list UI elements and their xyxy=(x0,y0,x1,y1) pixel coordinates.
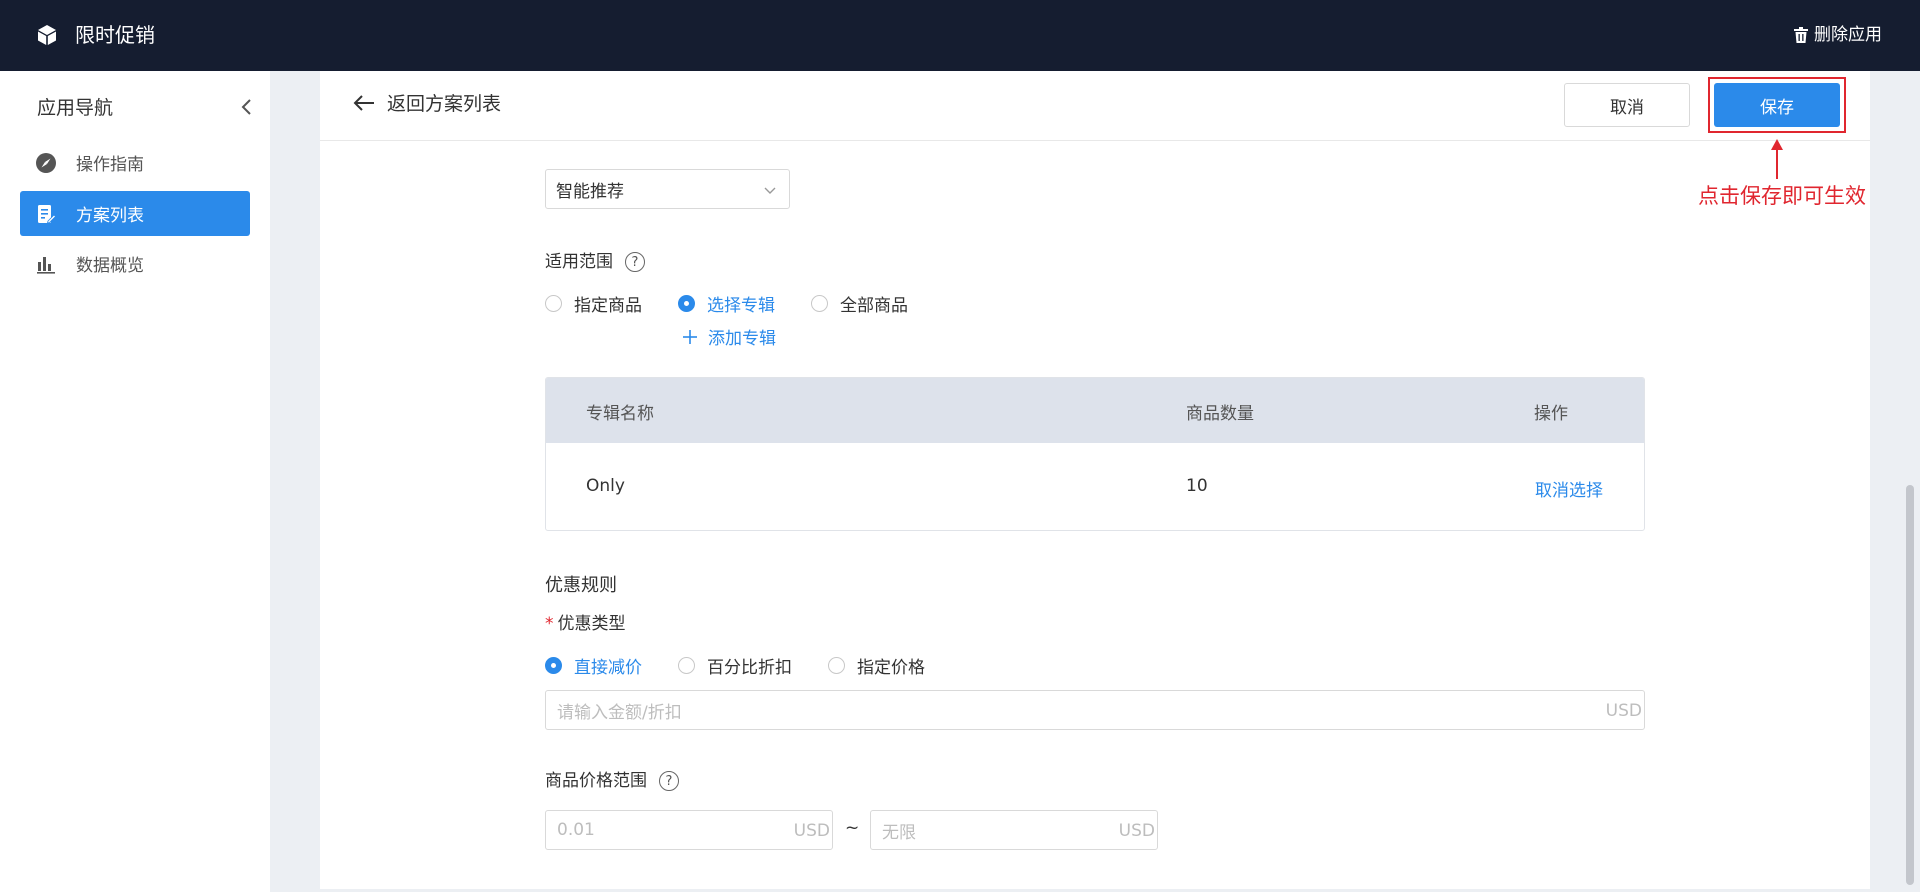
sort-select-value: 智能推荐 xyxy=(556,181,624,202)
add-album-label: 添加专辑 xyxy=(708,329,776,349)
sort-select[interactable]: 智能推荐 xyxy=(545,169,790,209)
price-max-placeholder: 无限 xyxy=(882,822,916,843)
scope-radio-all[interactable]: 全部商品 xyxy=(811,291,908,316)
edit-list-icon xyxy=(38,204,56,224)
currency-suffix: USD xyxy=(1605,701,1642,721)
scrollbar[interactable] xyxy=(1906,485,1914,885)
cell-album-name: Only xyxy=(586,476,625,496)
sidebar: 应用导航 操作指南 方案列表 数据概览 xyxy=(0,71,270,892)
amount-input[interactable]: 请输入金额/折扣 USD xyxy=(545,690,1645,730)
range-separator: ~ xyxy=(845,818,860,838)
bar-chart-icon xyxy=(37,256,55,274)
plus-icon xyxy=(683,329,697,344)
back-link[interactable]: 返回方案列表 xyxy=(353,89,501,116)
annotation-text: 点击保存即可生效 xyxy=(1698,184,1866,208)
scope-radio-specified[interactable]: 指定商品 xyxy=(545,291,642,316)
sidebar-item-label: 方案列表 xyxy=(76,206,144,226)
cancel-button[interactable]: 取消 xyxy=(1564,83,1690,127)
save-button[interactable]: 保存 xyxy=(1714,83,1840,127)
price-min-input[interactable]: 0.01 USD xyxy=(545,810,833,850)
discount-radio-percent[interactable]: 百分比折扣 xyxy=(678,653,792,678)
add-album-link[interactable]: 添加专辑 xyxy=(682,324,776,349)
discount-radio-fixed[interactable]: 指定价格 xyxy=(828,653,925,678)
currency-suffix: USD xyxy=(1118,821,1155,841)
sidebar-item-plans[interactable]: 方案列表 xyxy=(20,191,250,236)
col-action: 操作 xyxy=(1534,404,1568,424)
chevron-left-icon[interactable] xyxy=(238,95,256,119)
scope-radio-group: 指定商品 选择专辑 全部商品 xyxy=(545,291,944,316)
sidebar-item-label: 操作指南 xyxy=(76,155,144,175)
col-product-count: 商品数量 xyxy=(1186,404,1254,424)
trash-icon xyxy=(1794,27,1808,43)
arrow-left-icon xyxy=(353,94,374,111)
cell-product-count: 10 xyxy=(1186,476,1208,496)
discount-radio-group: 直接减价 百分比折扣 指定价格 xyxy=(545,653,961,678)
page-header: 返回方案列表 取消 保存 xyxy=(320,71,1870,141)
price-min-placeholder: 0.01 xyxy=(557,820,595,840)
question-icon[interactable]: ? xyxy=(659,771,679,791)
annotation-arrow-icon xyxy=(1771,139,1783,179)
sidebar-title: 应用导航 xyxy=(37,97,114,119)
scope-radio-album[interactable]: 选择专辑 xyxy=(678,291,775,316)
chevron-down-icon xyxy=(764,187,776,194)
cube-icon xyxy=(38,25,56,45)
discount-type-label: * 优惠类型 xyxy=(545,614,626,634)
top-bar: 限时促销 删除应用 xyxy=(0,0,1920,71)
app-title: 限时促销 xyxy=(75,23,155,47)
amount-placeholder: 请输入金额/折扣 xyxy=(557,702,682,723)
col-album-name: 专辑名称 xyxy=(586,404,654,424)
delete-app-button[interactable]: 删除应用 xyxy=(1794,24,1882,46)
sidebar-item-label: 数据概览 xyxy=(76,256,144,276)
delete-app-label: 删除应用 xyxy=(1814,25,1882,45)
scope-label: 适用范围? xyxy=(545,247,645,272)
album-table: 专辑名称 商品数量 操作 Only 10 取消选择 xyxy=(545,377,1645,531)
sidebar-item-overview[interactable]: 数据概览 xyxy=(20,241,250,286)
discount-radio-direct[interactable]: 直接减价 xyxy=(545,653,642,678)
price-range-label: 商品价格范围? xyxy=(545,766,679,791)
back-label: 返回方案列表 xyxy=(387,93,502,115)
price-max-input[interactable]: 无限 USD xyxy=(870,810,1158,850)
table-header xyxy=(546,378,1644,443)
discount-section-title: 优惠规则 xyxy=(545,575,617,596)
currency-suffix: USD xyxy=(793,821,830,841)
sidebar-item-guide[interactable]: 操作指南 xyxy=(20,140,250,185)
compass-icon xyxy=(36,152,56,173)
deselect-link[interactable]: 取消选择 xyxy=(1535,476,1603,501)
question-icon[interactable]: ? xyxy=(625,252,645,272)
